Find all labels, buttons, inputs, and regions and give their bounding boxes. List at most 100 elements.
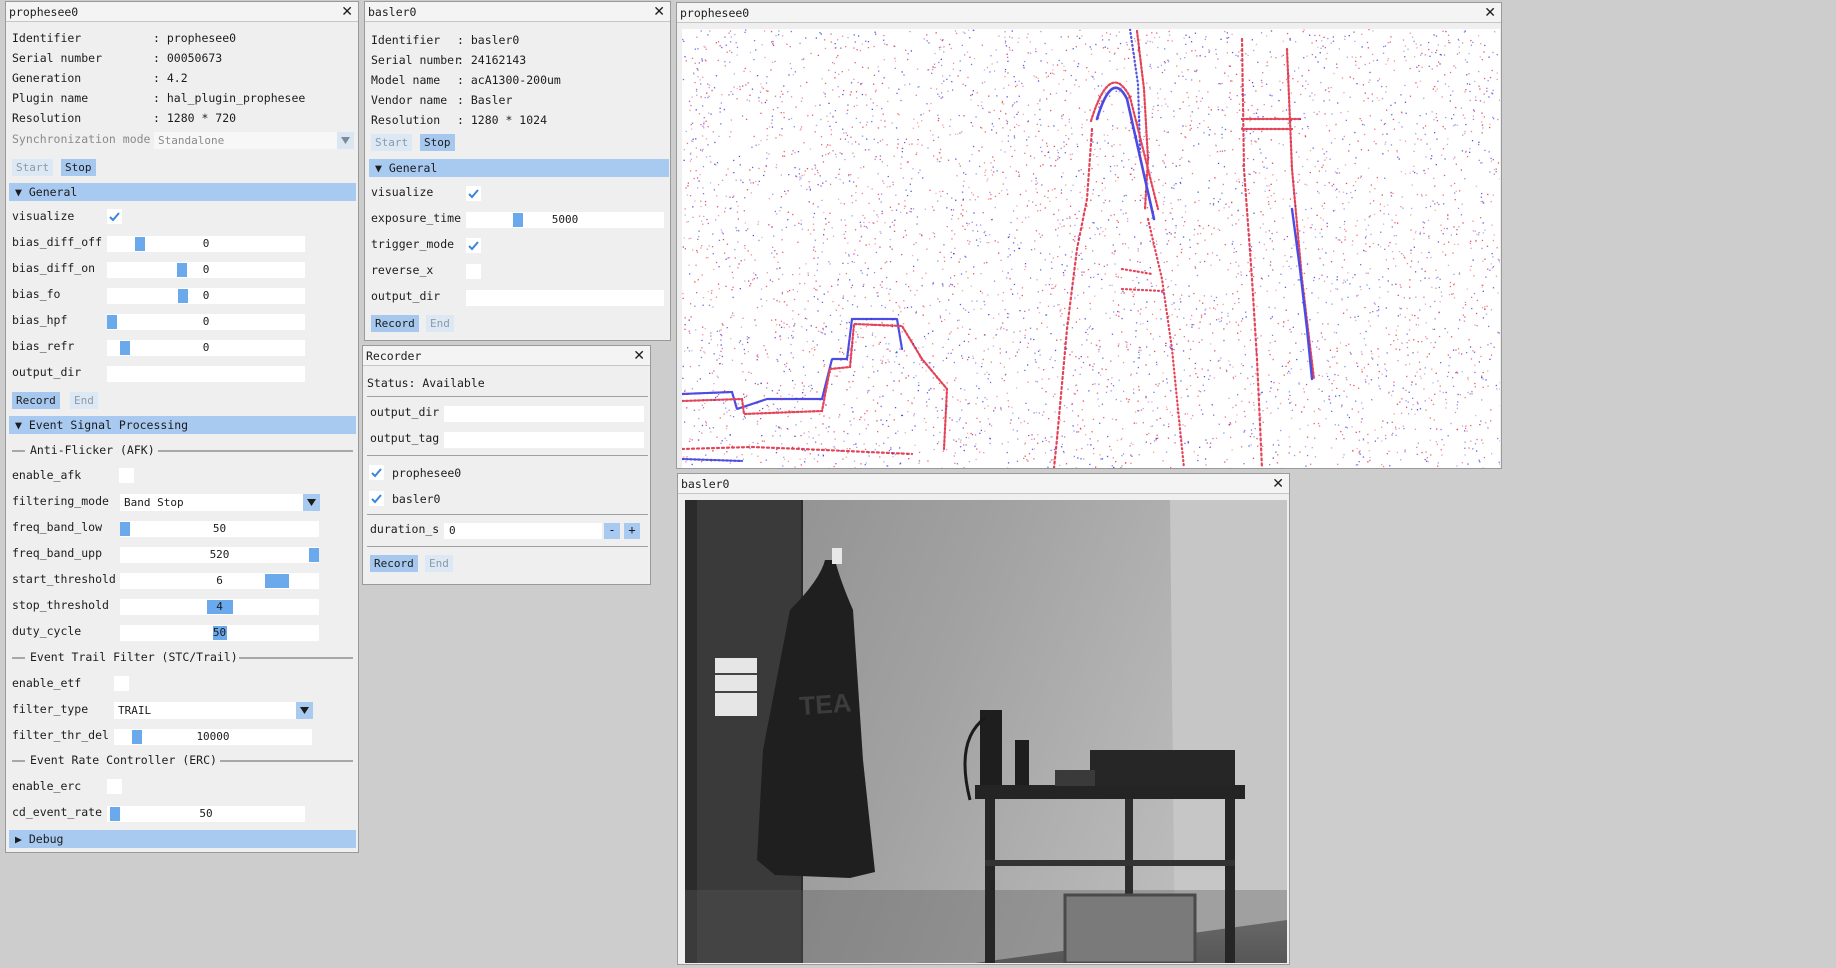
frame-view-titlebar[interactable]: basler0 ✕: [678, 474, 1289, 494]
basler-panel-titlebar[interactable]: basler0 ✕: [365, 2, 670, 22]
trigger-mode-checkbox[interactable]: [466, 238, 481, 253]
start-button[interactable]: Start: [12, 159, 54, 176]
start-button[interactable]: Start: [371, 134, 413, 151]
erc-section-title: Event Rate Controller (ERC): [30, 753, 217, 767]
slider-value: 50: [199, 807, 213, 820]
table-top: [975, 785, 1245, 799]
etf-section-title: Event Trail Filter (STC/Trail): [30, 650, 238, 664]
info-label-vendor: Vendor name: [371, 93, 448, 107]
camera-checkbox[interactable]: [369, 465, 384, 480]
checkmark-icon: [468, 189, 479, 199]
enable-afk-checkbox[interactable]: [119, 468, 134, 483]
info-label-plugin: Plugin name: [12, 91, 89, 105]
filtering-mode-select[interactable]: Band Stop: [120, 494, 320, 511]
afk-slider[interactable]: 50: [120, 521, 319, 537]
recorder-panel-titlebar[interactable]: Recorder ✕: [363, 346, 650, 366]
divider: [367, 396, 648, 397]
output-tag-input[interactable]: [444, 432, 644, 448]
filter-thr-del-slider[interactable]: 10000: [114, 729, 312, 745]
output-dir-input[interactable]: [466, 290, 664, 306]
bias-label: bias_diff_on: [12, 261, 96, 275]
info-value-serial: : 24162143: [457, 53, 527, 67]
checkmark-icon: [371, 494, 382, 504]
general-header-label: General: [28, 185, 78, 199]
camera-label: basler0: [392, 492, 441, 506]
slider-value: 0: [202, 237, 210, 250]
end-button[interactable]: End: [425, 555, 453, 572]
output-tag-label: output_tag: [370, 431, 440, 445]
decrement-button[interactable]: -: [604, 523, 620, 539]
close-icon[interactable]: ✕: [653, 2, 665, 22]
info-label-model: Model name: [371, 73, 441, 87]
info-label-serial: Serial number: [12, 51, 103, 65]
bias-slider[interactable]: 0: [107, 236, 305, 252]
prophesee-panel-titlebar[interactable]: prophesee0 ✕: [6, 2, 358, 22]
bias-slider[interactable]: 0: [107, 288, 305, 304]
record-button[interactable]: Record: [370, 555, 418, 572]
reverse-x-label: reverse_x: [371, 263, 434, 277]
slider-value: 4: [216, 600, 223, 613]
bias-slider[interactable]: 0: [107, 340, 305, 356]
slider-value: 520: [209, 548, 230, 561]
prophesee-panel-title: prophesee0: [9, 5, 79, 19]
info-label-resolution: Resolution: [371, 113, 441, 127]
stop-button[interactable]: Stop: [420, 134, 455, 151]
close-icon[interactable]: ✕: [633, 346, 645, 366]
close-icon[interactable]: ✕: [1272, 474, 1284, 494]
cd-event-rate-slider[interactable]: 50: [107, 806, 305, 822]
bias-slider[interactable]: 0: [107, 262, 305, 278]
close-icon[interactable]: ✕: [341, 2, 353, 22]
chevron-down-icon: [303, 494, 320, 511]
general-header[interactable]: ▼ General: [369, 159, 669, 177]
exposure-time-slider[interactable]: 5000: [466, 212, 664, 228]
output-dir-input[interactable]: [444, 406, 644, 422]
visualize-checkbox[interactable]: [466, 186, 481, 201]
sync-mode-select[interactable]: Standalone: [154, 132, 354, 149]
output-dir-label: output_dir: [371, 289, 441, 303]
sync-mode-label: Synchronization mode: [12, 132, 151, 146]
event-view-titlebar[interactable]: prophesee0 ✕: [677, 3, 1501, 23]
bin: [1063, 893, 1197, 963]
afk-slider-label: stop_threshold: [12, 598, 109, 612]
end-button[interactable]: End: [70, 392, 98, 409]
reverse-x-checkbox[interactable]: [466, 264, 481, 279]
output-dir-label: output_dir: [12, 365, 82, 379]
frame-view-title: basler0: [681, 477, 730, 491]
event-signal-processing-header[interactable]: ▼ Event Signal Processing: [9, 416, 356, 434]
duration-input[interactable]: 0: [444, 523, 602, 539]
event-stream-image: [682, 29, 1500, 468]
output-dir-label: output_dir: [370, 405, 440, 419]
info-value-identifier: : basler0: [457, 33, 520, 47]
afk-slider[interactable]: 520: [120, 547, 319, 563]
frame-view-canvas: TEA: [685, 500, 1287, 963]
recorder-panel-title: Recorder: [366, 349, 422, 363]
end-button[interactable]: End: [426, 315, 454, 332]
output-dir-input[interactable]: [107, 366, 305, 382]
afk-slider-label: start_threshold: [12, 572, 116, 586]
bias-label: bias_refr: [12, 339, 75, 353]
bias-slider[interactable]: 0: [107, 314, 305, 330]
record-button[interactable]: Record: [12, 392, 60, 409]
debug-header-label: Debug: [28, 832, 64, 846]
section-divider: [12, 657, 25, 659]
slider-value: 0: [202, 289, 210, 302]
filter-thr-del-label: filter_thr_del: [12, 728, 109, 742]
general-header[interactable]: ▼ General: [9, 183, 356, 201]
stop-button[interactable]: Stop: [61, 159, 96, 176]
enable-erc-checkbox[interactable]: [107, 779, 122, 794]
camera-checkbox[interactable]: [369, 491, 384, 506]
slider-value: 50: [212, 522, 227, 535]
record-button[interactable]: Record: [371, 315, 419, 332]
close-icon[interactable]: ✕: [1484, 3, 1496, 23]
enable-etf-checkbox[interactable]: [114, 676, 129, 691]
increment-button[interactable]: +: [624, 523, 640, 539]
slider-value: 10000: [196, 730, 230, 743]
filter-type-select[interactable]: TRAIL: [114, 702, 313, 719]
info-value-resolution: : 1280 * 1024: [457, 113, 548, 127]
afk-slider[interactable]: 6: [120, 573, 319, 589]
afk-slider[interactable]: 4: [120, 599, 319, 615]
visualize-label: visualize: [12, 209, 75, 223]
debug-header[interactable]: ▶ Debug: [9, 830, 356, 848]
afk-slider[interactable]: 50: [120, 625, 319, 641]
visualize-checkbox[interactable]: [107, 209, 122, 224]
